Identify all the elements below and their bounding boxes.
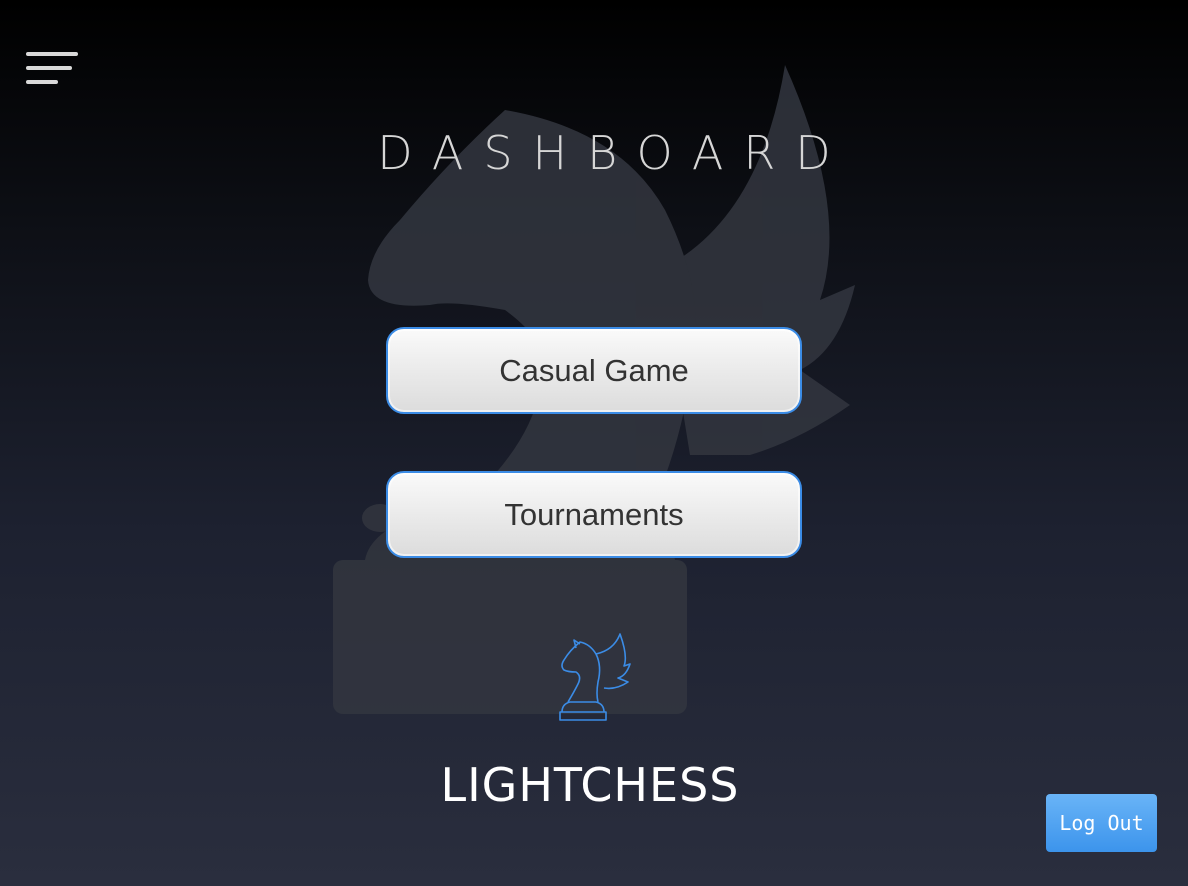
menu-button[interactable] — [26, 52, 80, 88]
hamburger-menu-icon — [26, 52, 78, 56]
page-title: DASHBOARD — [377, 126, 851, 180]
casual-game-button[interactable]: Casual Game — [386, 327, 802, 414]
logout-button[interactable]: Log Out — [1046, 794, 1157, 852]
hamburger-menu-icon-line — [26, 80, 58, 84]
winged-knight-icon — [559, 633, 631, 721]
brand-name: LIGHTCHESS — [440, 758, 740, 812]
hamburger-menu-icon-line — [26, 66, 72, 70]
tournaments-button[interactable]: Tournaments — [386, 471, 802, 558]
